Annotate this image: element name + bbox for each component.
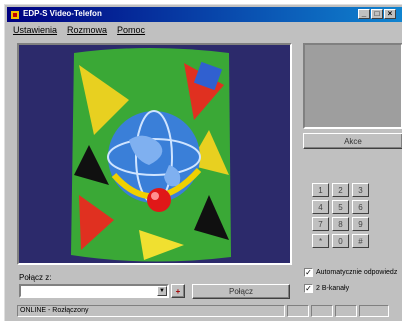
key-9[interactable]: 9	[352, 217, 369, 231]
window-controls: _ □ ×	[358, 9, 396, 19]
preview-button[interactable]: Akce	[303, 133, 402, 149]
menu-rozmowa[interactable]: Rozmowa	[67, 25, 107, 35]
key-6[interactable]: 6	[352, 200, 369, 214]
channels-option[interactable]: ✓ 2 B-kanały	[304, 284, 349, 293]
add-contact-button[interactable]: +	[171, 284, 185, 298]
menu-pomoc[interactable]: Pomoc	[117, 25, 145, 35]
call-number-combo[interactable]: ▼	[19, 284, 169, 298]
maximize-button[interactable]: □	[371, 9, 383, 19]
status-text: ONLINE - Rozłączony	[17, 305, 285, 317]
key-7[interactable]: 7	[312, 217, 329, 231]
key-star[interactable]: *	[312, 234, 329, 248]
video-picture	[19, 45, 290, 263]
key-8[interactable]: 8	[332, 217, 349, 231]
app-icon	[9, 9, 20, 20]
menu-bar: Ustawienia Rozmowa Pomoc	[13, 25, 145, 35]
channels-checkbox[interactable]: ✓	[304, 284, 313, 293]
call-label: Połącz z:	[19, 273, 52, 282]
key-5[interactable]: 5	[332, 200, 349, 214]
menu-ustawienia[interactable]: Ustawienia	[13, 25, 57, 35]
title-bar[interactable]: EDP-S Video-Telefon _ □ ×	[7, 7, 402, 22]
status-pane-1	[287, 305, 309, 317]
video-display	[17, 43, 292, 265]
local-preview	[303, 43, 402, 129]
auto-answer-label: Automatycznie odpowiedz	[316, 269, 398, 276]
auto-answer-checkbox[interactable]: ✓	[304, 268, 313, 277]
status-pane-4	[359, 305, 389, 317]
key-hash[interactable]: #	[352, 234, 369, 248]
key-2[interactable]: 2	[332, 183, 349, 197]
status-pane-3	[335, 305, 357, 317]
minimize-button[interactable]: _	[358, 9, 370, 19]
key-0[interactable]: 0	[332, 234, 349, 248]
status-pane-2	[311, 305, 333, 317]
window-title: EDP-S Video-Telefon	[23, 9, 102, 18]
app-window: EDP-S Video-Telefon _ □ × Ustawienia Roz…	[4, 4, 402, 321]
status-bar: ONLINE - Rozłączony	[17, 305, 398, 317]
connect-button[interactable]: Połącz	[192, 284, 290, 299]
key-1[interactable]: 1	[312, 183, 329, 197]
dial-keypad: 1 2 3 4 5 6 7 8 9 * 0 #	[312, 183, 369, 248]
channels-label: 2 B-kanały	[316, 285, 350, 292]
auto-answer-option[interactable]: ✓ Automatycznie odpowiedz	[304, 268, 397, 277]
close-button[interactable]: ×	[384, 9, 396, 19]
key-3[interactable]: 3	[352, 183, 369, 197]
key-4[interactable]: 4	[312, 200, 329, 214]
chevron-down-icon[interactable]: ▼	[157, 286, 167, 296]
